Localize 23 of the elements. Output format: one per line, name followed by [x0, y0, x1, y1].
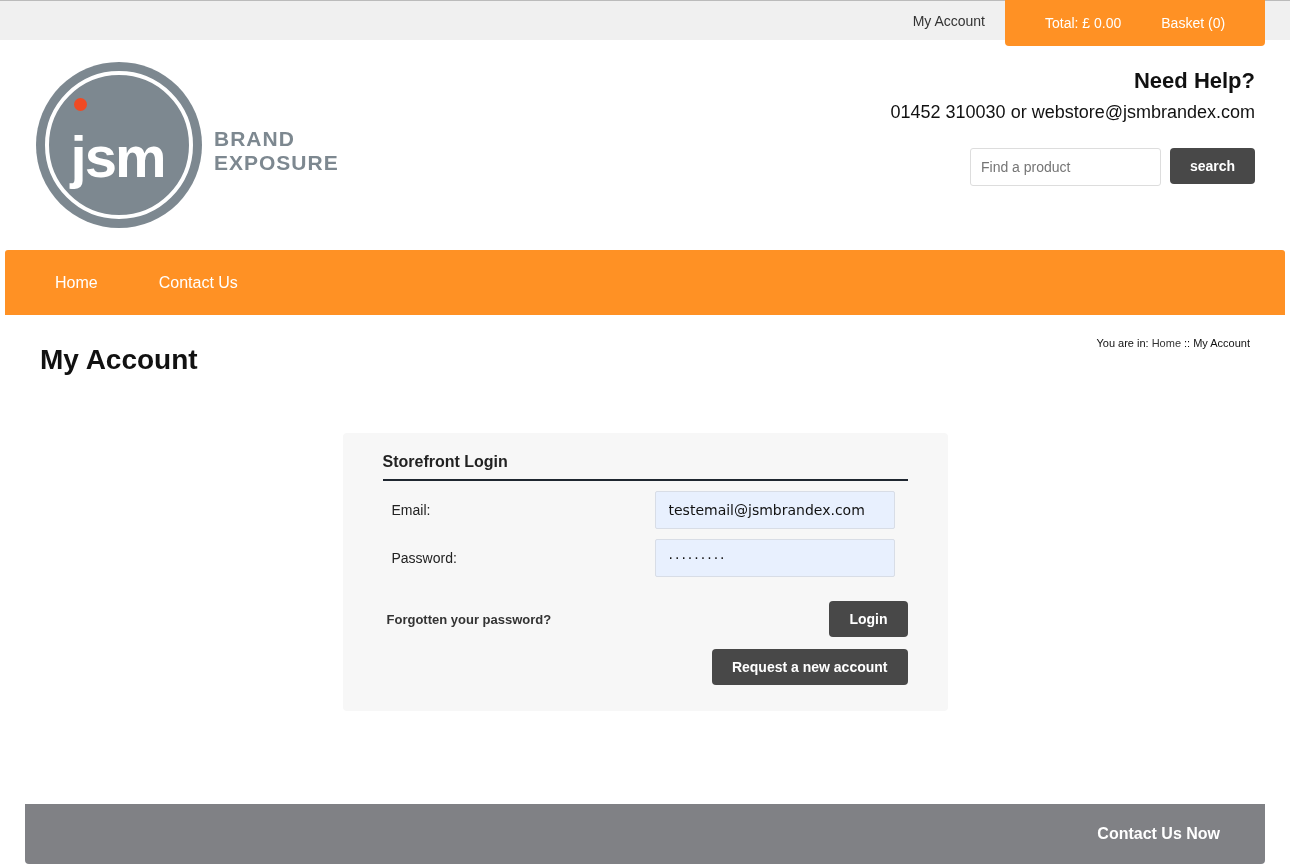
breadcrumb-link[interactable]: Home — [1151, 337, 1181, 349]
contact-us-now-link[interactable]: Contact Us Now — [1097, 825, 1220, 843]
logo-text: EXPOSURE — [214, 151, 339, 175]
help-heading: Need Help? — [1133, 68, 1255, 94]
breadcrumb-label: You are in: — [1096, 337, 1149, 349]
my-account-link[interactable]: My Account — [912, 12, 985, 29]
basket-total: Total: £ 0.00 — [1045, 15, 1122, 31]
logo-dot-icon — [74, 98, 87, 111]
logo-mark: jsm — [70, 122, 166, 190]
field-label: Password: — [391, 550, 457, 566]
breadcrumb-current: My Account — [1193, 337, 1250, 349]
forgot-password-link[interactable]: Forgotten your password? — [386, 611, 552, 627]
breadcrumb-separator: :: — [1184, 337, 1191, 349]
search-button[interactable]: search — [1170, 148, 1255, 184]
help-contact: 01452 310030 or webstore@jsmbrandex.com — [890, 102, 1255, 123]
search-field[interactable]: Find a product — [970, 148, 1161, 186]
request-account-button[interactable]: Request a new account — [711, 649, 908, 685]
login-button[interactable]: Login — [829, 601, 908, 637]
password-field[interactable]: ········· — [654, 539, 895, 577]
panel-title: Storefront Login — [382, 453, 908, 481]
field-label: Email: — [391, 502, 431, 518]
logo-text: BRAND — [214, 127, 296, 151]
email-field[interactable]: testemail@jsmbrandex.com — [654, 491, 895, 529]
